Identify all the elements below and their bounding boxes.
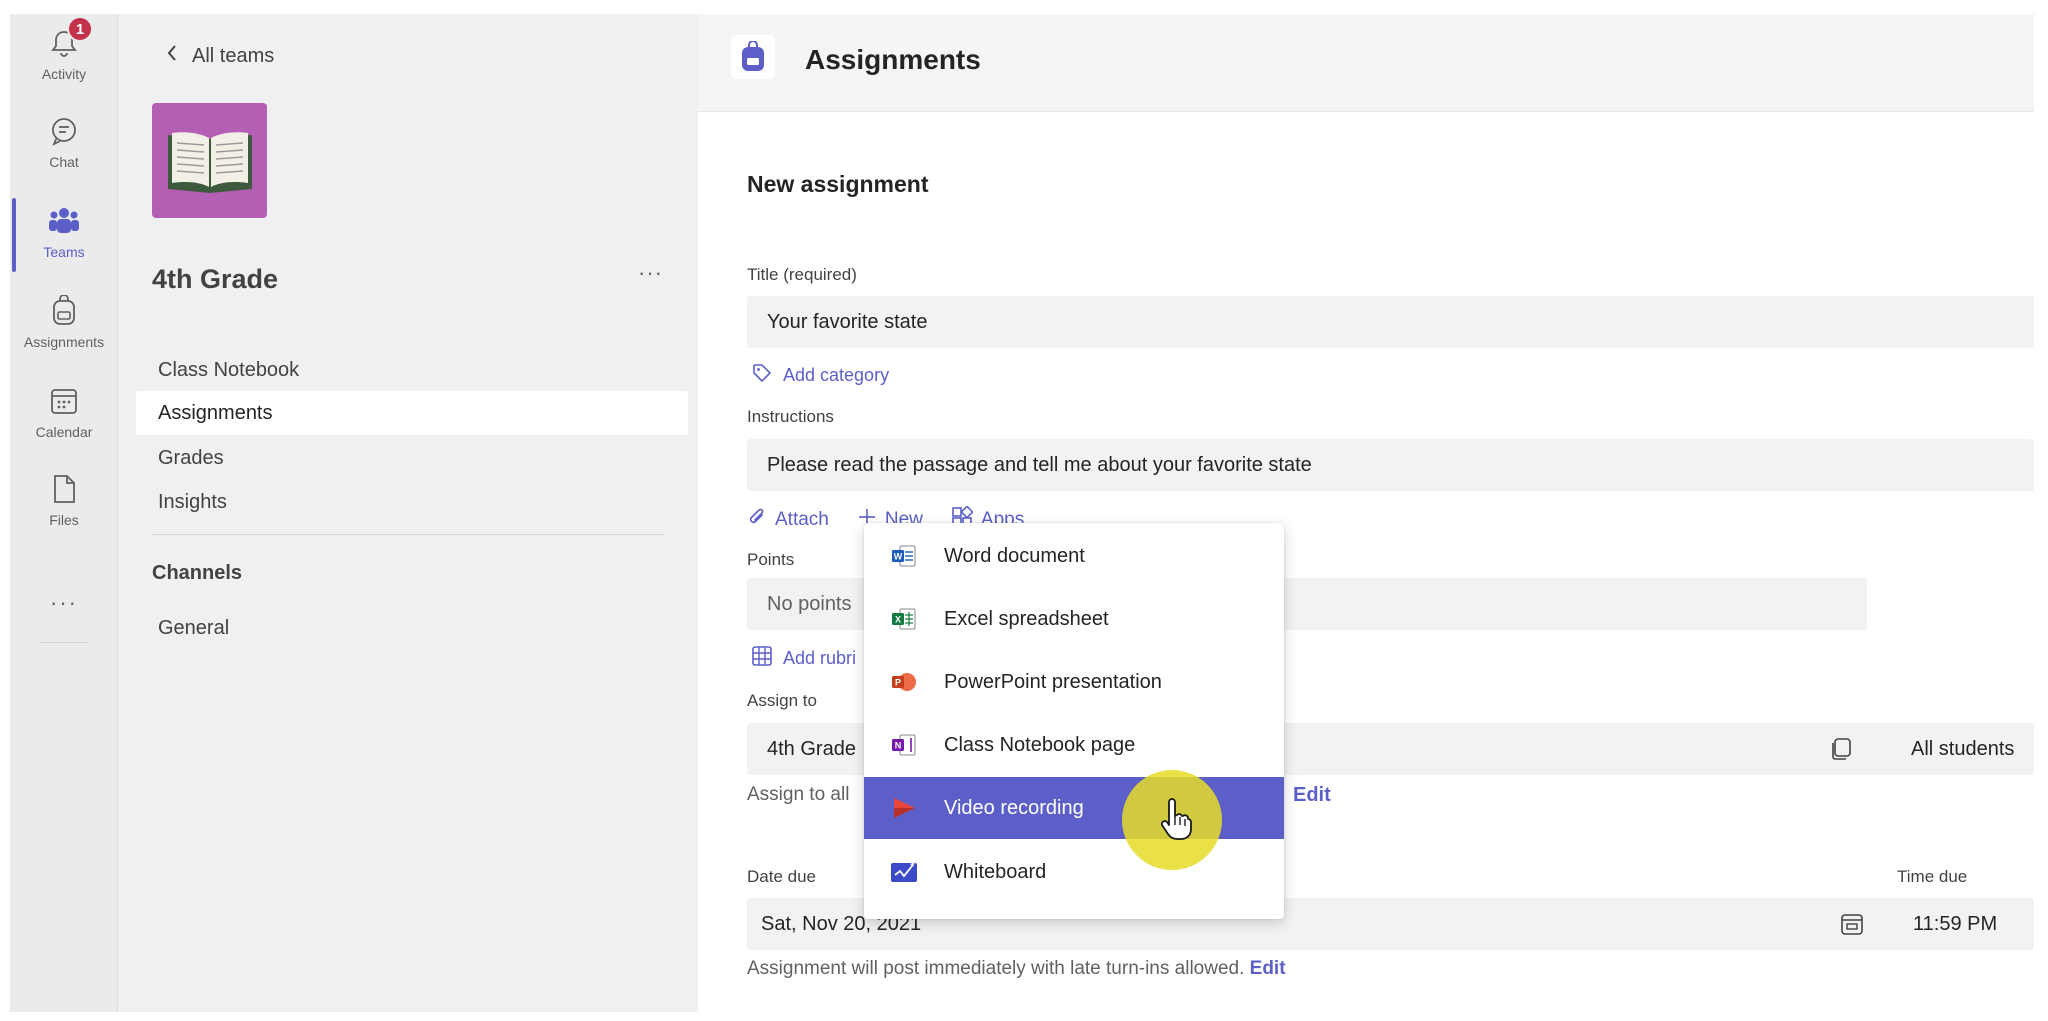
add-category-link[interactable]: Add category bbox=[751, 362, 889, 389]
time-due-input[interactable]: 11:59 PM bbox=[1897, 898, 2034, 950]
attach-button[interactable]: Attach bbox=[747, 506, 829, 534]
post-helper-label: Assignment will post immediately with la… bbox=[747, 958, 1245, 979]
assign-edit-link[interactable]: Edit bbox=[1293, 784, 1331, 807]
title-label: Title (required) bbox=[747, 265, 857, 284]
copy-icon[interactable] bbox=[1828, 736, 1854, 767]
team-name: 4th Grade bbox=[152, 264, 279, 294]
add-category-label: Add category bbox=[783, 365, 890, 385]
whiteboard-icon bbox=[890, 859, 918, 885]
table-icon bbox=[751, 645, 773, 672]
teams-icon bbox=[47, 204, 81, 238]
rail-label: Teams bbox=[43, 244, 85, 260]
menu-item-label: Whiteboard bbox=[944, 860, 1047, 883]
post-edit-link[interactable]: Edit bbox=[1250, 958, 1286, 979]
rail-activity[interactable]: 1 Activity bbox=[10, 14, 118, 98]
assignments-app-icon bbox=[731, 35, 775, 79]
assign-helper-text: Assign to all bbox=[747, 784, 850, 805]
form-heading: New assignment bbox=[747, 171, 929, 197]
teams-window: 1 Activity Chat Teams Assignments Calend… bbox=[10, 14, 2034, 1012]
title-input[interactable]: Your favorite state bbox=[747, 296, 2034, 348]
nav-assignments[interactable]: Assignments bbox=[136, 391, 688, 435]
menu-item-label: Excel spreadsheet bbox=[944, 607, 1109, 630]
word-icon: W bbox=[890, 543, 918, 569]
more-apps-icon[interactable]: ··· bbox=[10, 590, 118, 616]
post-helper-text: Assignment will post immediately with la… bbox=[747, 958, 1286, 980]
rail-label: Activity bbox=[41, 66, 87, 82]
rail-label: Files bbox=[49, 512, 79, 528]
assign-to-label: Assign to bbox=[747, 691, 817, 710]
nav-class-notebook[interactable]: Class Notebook bbox=[136, 348, 688, 392]
calendar-picker-icon[interactable] bbox=[1839, 911, 1865, 942]
add-rubric-link[interactable]: Add rubri bbox=[751, 645, 856, 672]
rail-label: Calendar bbox=[35, 424, 93, 440]
date-due-label: Date due bbox=[747, 867, 816, 886]
svg-text:W: W bbox=[894, 552, 903, 562]
svg-text:N: N bbox=[895, 741, 902, 751]
page-title: Assignments bbox=[805, 44, 981, 75]
bell-icon: 1 bbox=[47, 16, 93, 60]
team-panel: All teams 4th Grade ··· Class Notebook A… bbox=[118, 14, 698, 1012]
team-avatar bbox=[152, 103, 267, 218]
chevron-left-icon bbox=[166, 44, 178, 68]
excel-icon: X bbox=[890, 606, 918, 632]
menu-item-word[interactable]: W Word document bbox=[864, 525, 1284, 587]
rail-label: Assignments bbox=[23, 334, 105, 350]
app-rail: 1 Activity Chat Teams Assignments Calend… bbox=[10, 14, 118, 1012]
tag-icon bbox=[751, 362, 773, 389]
menu-item-excel[interactable]: X Excel spreadsheet bbox=[864, 588, 1284, 650]
powerpoint-icon: P bbox=[890, 669, 918, 695]
chat-icon bbox=[47, 114, 81, 148]
main-header: Assignments bbox=[698, 14, 2034, 112]
menu-item-label: Class Notebook page bbox=[944, 733, 1136, 756]
file-icon bbox=[47, 472, 81, 506]
hand-pointer-icon bbox=[1158, 798, 1192, 845]
team-more-options-icon[interactable]: ··· bbox=[638, 260, 663, 286]
new-dropdown-menu: W Word document X Excel spreadsheet P Po… bbox=[864, 523, 1284, 919]
rail-calendar[interactable]: Calendar bbox=[10, 372, 118, 456]
rail-divider bbox=[40, 642, 88, 643]
rail-chat[interactable]: Chat bbox=[10, 102, 118, 186]
add-rubric-label: Add rubri bbox=[783, 648, 857, 668]
panel-divider bbox=[152, 534, 664, 535]
attach-label: Attach bbox=[775, 509, 829, 530]
menu-item-label: PowerPoint presentation bbox=[944, 670, 1162, 693]
video-icon bbox=[890, 795, 918, 821]
menu-item-whiteboard[interactable]: Whiteboard bbox=[864, 841, 1284, 903]
paperclip-icon bbox=[747, 506, 767, 534]
rail-files[interactable]: Files bbox=[10, 460, 118, 544]
menu-item-label: Video recording bbox=[944, 796, 1084, 819]
notification-badge: 1 bbox=[67, 16, 93, 42]
backpack-icon bbox=[47, 294, 81, 328]
rail-teams[interactable]: Teams bbox=[10, 192, 118, 276]
svg-text:X: X bbox=[895, 615, 901, 625]
instructions-input[interactable]: Please read the passage and tell me abou… bbox=[747, 439, 2034, 491]
rail-assignments[interactable]: Assignments bbox=[10, 282, 118, 366]
channels-heading: Channels bbox=[152, 562, 243, 584]
menu-item-powerpoint[interactable]: P PowerPoint presentation bbox=[864, 651, 1284, 713]
menu-item-label: Word document bbox=[944, 544, 1085, 567]
calendar-icon bbox=[47, 384, 81, 418]
nav-insights[interactable]: Insights bbox=[136, 480, 688, 524]
assign-to-students-select[interactable]: All students bbox=[1897, 723, 2034, 775]
nav-grades[interactable]: Grades bbox=[136, 436, 688, 480]
points-label: Points bbox=[747, 550, 795, 569]
back-to-all-teams[interactable]: All teams bbox=[166, 44, 274, 68]
channel-general[interactable]: General bbox=[136, 606, 688, 650]
back-label: All teams bbox=[192, 44, 275, 67]
time-due-label: Time due bbox=[1897, 867, 1968, 886]
svg-text:P: P bbox=[895, 678, 901, 688]
onenote-icon: N bbox=[890, 732, 918, 758]
open-book-icon bbox=[167, 131, 252, 193]
rail-label: Chat bbox=[49, 154, 79, 170]
menu-item-class-notebook[interactable]: N Class Notebook page bbox=[864, 714, 1284, 776]
instructions-label: Instructions bbox=[747, 407, 834, 426]
